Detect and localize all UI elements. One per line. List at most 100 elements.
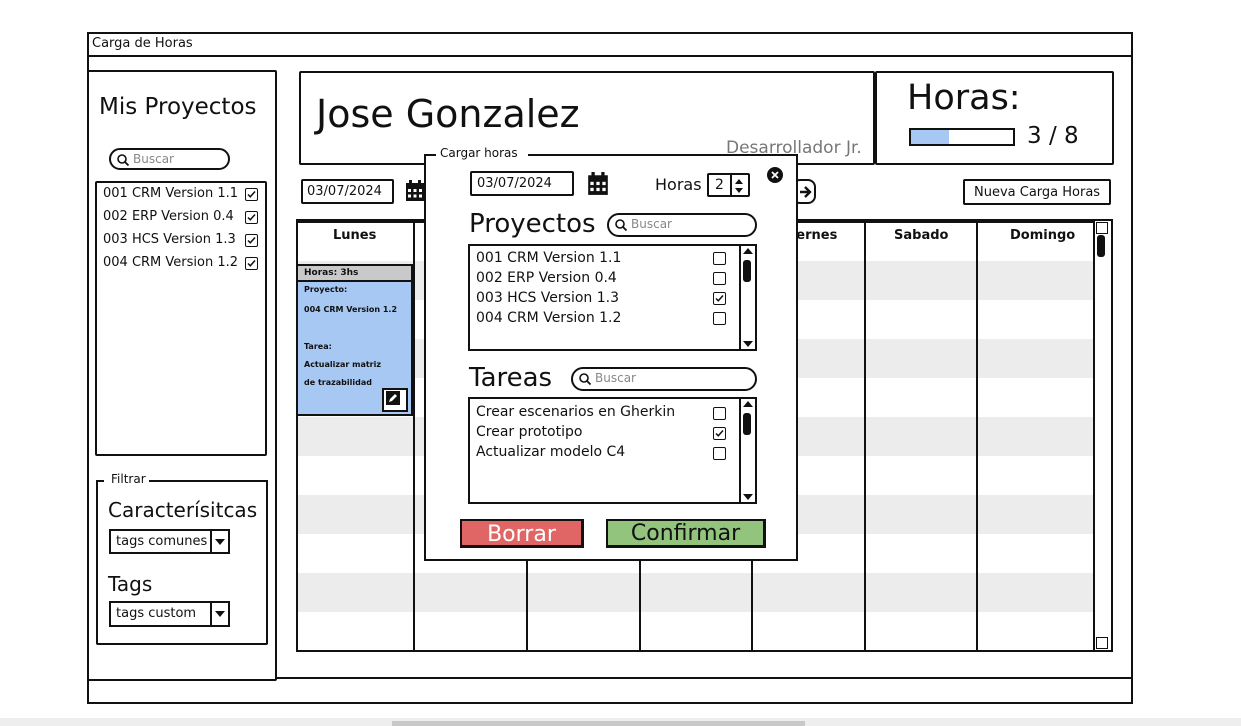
- chevron-down-icon: [210, 603, 228, 625]
- sidebar-project-label: 001 CRM Version 1.1: [103, 186, 239, 201]
- dialog-project-checkbox[interactable]: [713, 312, 726, 325]
- dialog-date-value: 03/07/2024: [477, 176, 552, 191]
- dialog-project-item[interactable]: 001 CRM Version 1.1: [476, 250, 621, 266]
- filter-border: [149, 480, 268, 482]
- scroll-thumb[interactable]: [1097, 235, 1105, 257]
- dialog-project-checkbox[interactable]: [713, 272, 726, 285]
- entry-task-line2: de trazabilidad: [304, 378, 372, 387]
- scroll-down-arrow[interactable]: [741, 246, 755, 349]
- page-scroll-thumb[interactable]: [392, 721, 805, 726]
- entry-header: Horas: 3hs: [298, 266, 411, 282]
- entry-project: 004 CRM Version 1.2: [304, 305, 398, 314]
- search-icon: [615, 219, 628, 232]
- tags-value: tags custom: [116, 606, 197, 621]
- new-entry-button[interactable]: Nueva Carga Horas: [963, 179, 1111, 205]
- calendar-icon[interactable]: [587, 172, 609, 196]
- close-dialog-button[interactable]: [767, 167, 783, 183]
- day-divider: [864, 221, 866, 650]
- project-checkbox[interactable]: [245, 211, 258, 224]
- day-header-domingo: Domingo: [1010, 228, 1076, 243]
- stepper-arrows-icon[interactable]: [730, 175, 748, 195]
- close-icon: [771, 171, 779, 179]
- window-title: Carga de Horas: [92, 36, 193, 51]
- search-placeholder: Buscar: [133, 152, 174, 166]
- entry-task-line1: Actualizar matriz: [304, 360, 382, 369]
- task-list-scrollbar[interactable]: [739, 399, 755, 502]
- project-checkbox[interactable]: [245, 188, 258, 201]
- dialog-project-checkbox[interactable]: [713, 292, 726, 305]
- dialog-task-checkbox[interactable]: [713, 407, 726, 420]
- entry-project-label: Proyecto:: [304, 285, 348, 294]
- dialog-task-item[interactable]: Actualizar modelo C4: [476, 444, 625, 460]
- hours-progress-bar: [909, 128, 1015, 146]
- search-icon: [579, 373, 592, 386]
- confirm-button-label: Confirmar: [630, 521, 741, 546]
- pencil-icon: [386, 391, 400, 405]
- day-divider: [413, 221, 415, 650]
- dialog-project-item[interactable]: 004 CRM Version 1.2: [476, 310, 621, 326]
- new-entry-label: Nueva Carga Horas: [974, 185, 1101, 200]
- dialog-project-list: 001 CRM Version 1.1 002 ERP Version 0.4 00…: [468, 244, 757, 351]
- dialog-project-search-input[interactable]: Buscar: [607, 213, 757, 237]
- entry-hours: Horas: 3hs: [304, 268, 359, 278]
- search-placeholder: Buscar: [595, 371, 636, 385]
- dialog-hours-label: Horas: [655, 175, 702, 194]
- dialog-task-item[interactable]: Crear prototipo: [476, 424, 582, 440]
- entry-task-label: Tarea:: [304, 342, 332, 351]
- dialog-task-list: Crear escenarios en Gherkin Crear prototi…: [468, 397, 757, 504]
- delete-button-label: Borrar: [487, 522, 556, 547]
- hours-stepper-value: 2: [715, 177, 724, 193]
- dialog-title: Cargar horas: [440, 146, 518, 160]
- week-date-field[interactable]: 03/07/2024: [301, 179, 394, 204]
- sidebar-project-item[interactable]: 003 HCS Version 1.3: [95, 232, 267, 252]
- filter-legend: Filtrar: [111, 472, 146, 486]
- dialog-task-checkbox[interactable]: [713, 447, 726, 460]
- calendar-icon[interactable]: [405, 180, 425, 202]
- edit-entry-button[interactable]: [382, 388, 408, 412]
- filter-border: [96, 480, 104, 482]
- hour-entry-card[interactable]: Horas: 3hs Proyecto: 004 CRM Version 1.2…: [296, 264, 413, 416]
- hours-value: 3 / 8: [1027, 123, 1079, 149]
- sidebar-project-item[interactable]: 001 CRM Version 1.1: [95, 186, 267, 206]
- project-search-input[interactable]: Buscar: [109, 148, 230, 170]
- sidebar-project-item[interactable]: 002 ERP Version 0.4: [95, 209, 267, 229]
- day-header-lunes: Lunes: [333, 228, 377, 243]
- confirm-button[interactable]: Confirmar: [606, 519, 766, 548]
- dialog-project-checkbox[interactable]: [713, 252, 726, 265]
- scroll-down-arrow[interactable]: [741, 399, 755, 502]
- dialog-task-checkbox[interactable]: [713, 427, 726, 440]
- arrow-right-icon: [800, 186, 812, 198]
- tasks-heading: Tareas: [469, 363, 553, 393]
- projects-heading: Proyectos: [469, 209, 596, 239]
- dialog-task-item[interactable]: Crear escenarios en Gherkin: [476, 404, 675, 420]
- dialog-task-search-input[interactable]: Buscar: [571, 367, 757, 391]
- search-placeholder: Buscar: [631, 217, 672, 231]
- hours-label: Horas:: [907, 78, 1021, 118]
- calendar-scrollbar[interactable]: [1093, 221, 1111, 650]
- title-divider: [87, 55, 1133, 57]
- search-icon: [117, 154, 130, 167]
- tags-label: Tags: [108, 572, 153, 596]
- sidebar-project-label: 004 CRM Version 1.2: [103, 255, 239, 270]
- sidebar-title: Mis Proyectos: [99, 94, 257, 120]
- delete-button[interactable]: Borrar: [460, 519, 584, 548]
- user-name: Jose Gonzalez: [316, 92, 580, 136]
- project-list-scrollbar[interactable]: [739, 246, 755, 349]
- day-header-sabado: Sabado: [894, 228, 949, 243]
- caracteristicas-dropdown[interactable]: tags comunes: [109, 529, 230, 554]
- chevron-down-icon: [210, 531, 228, 552]
- week-date-value: 03/07/2024: [307, 184, 382, 199]
- project-checkbox[interactable]: [245, 234, 258, 247]
- dialog-project-item[interactable]: 003 HCS Version 1.3: [476, 290, 619, 306]
- hours-stepper[interactable]: 2: [707, 173, 750, 197]
- tags-dropdown[interactable]: tags custom: [109, 601, 230, 627]
- scroll-up-arrow[interactable]: [1096, 222, 1108, 234]
- sidebar-project-item[interactable]: 004 CRM Version 1.2: [95, 255, 267, 275]
- sidebar-project-label: 003 HCS Version 1.3: [103, 232, 236, 247]
- dialog-project-item[interactable]: 002 ERP Version 0.4: [476, 270, 617, 286]
- scroll-down-arrow[interactable]: [1096, 637, 1108, 649]
- dialog-date-field[interactable]: 03/07/2024: [470, 171, 574, 196]
- sidebar-project-label: 002 ERP Version 0.4: [103, 209, 234, 224]
- caracteristicas-label: Caracterísitcas: [108, 498, 258, 522]
- project-checkbox[interactable]: [245, 257, 258, 270]
